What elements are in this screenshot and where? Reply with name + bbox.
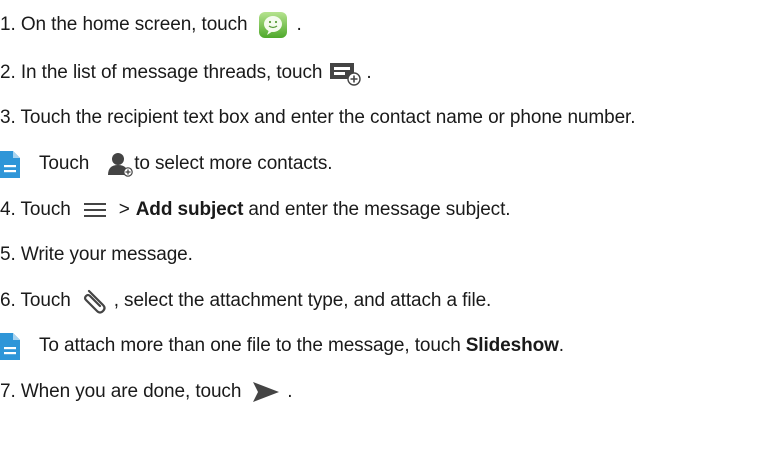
- new-message-icon: [329, 60, 362, 86]
- step-4-gt: >: [118, 199, 130, 220]
- step-7-end: .: [287, 381, 293, 402]
- step-6: 6. Touch , select the attachment type, a…: [0, 284, 491, 318]
- send-icon: [252, 381, 280, 403]
- step-7-pre: 7. When you are done, touch: [0, 381, 242, 402]
- step-2-text: 2. In the list of message threads, touch: [0, 62, 323, 83]
- step-1: 1. On the home screen, touch .: [0, 8, 302, 42]
- add-subject-label: Add subject: [135, 199, 244, 220]
- attachment-icon: [82, 288, 108, 314]
- messaging-app-icon: [258, 11, 288, 39]
- note-1: Touch to select more contacts.: [0, 147, 333, 181]
- note-icon: [0, 332, 20, 360]
- note-1-pre: Touch: [39, 153, 90, 174]
- step-2-end: .: [366, 62, 372, 83]
- note-1-post: to select more contacts.: [134, 153, 333, 174]
- add-contact-icon: [107, 151, 134, 177]
- note-icon: [0, 150, 20, 178]
- note-2-end: .: [558, 335, 564, 356]
- step-6-post: , select the attachment type, and attach…: [113, 290, 492, 311]
- step-3: 3. Touch the recipient text box and ente…: [0, 101, 636, 135]
- menu-icon: [83, 201, 106, 219]
- step-1-end: .: [296, 14, 302, 35]
- slideshow-label: Slideshow: [465, 335, 559, 356]
- step-2: 2. In the list of message threads, touch…: [0, 56, 372, 90]
- step-6-pre: 6. Touch: [0, 290, 71, 311]
- instruction-document: 1. On the home screen, touch . 2. In the…: [0, 0, 763, 461]
- step-4-pre: 4. Touch: [0, 199, 71, 220]
- step-4-post: and enter the message subject.: [248, 199, 511, 220]
- note-2-pre: To attach more than one file to the mess…: [39, 335, 461, 356]
- note-2: To attach more than one file to the mess…: [0, 329, 564, 363]
- step-5: 5. Write your message.: [0, 238, 193, 272]
- step-4: 4. Touch > Add subject and enter the mes…: [0, 193, 511, 227]
- step-3-text: 3. Touch the recipient text box and ente…: [0, 107, 636, 128]
- step-1-text: 1. On the home screen, touch: [0, 14, 248, 35]
- step-5-text: 5. Write your message.: [0, 244, 193, 265]
- step-7: 7. When you are done, touch .: [0, 375, 293, 409]
